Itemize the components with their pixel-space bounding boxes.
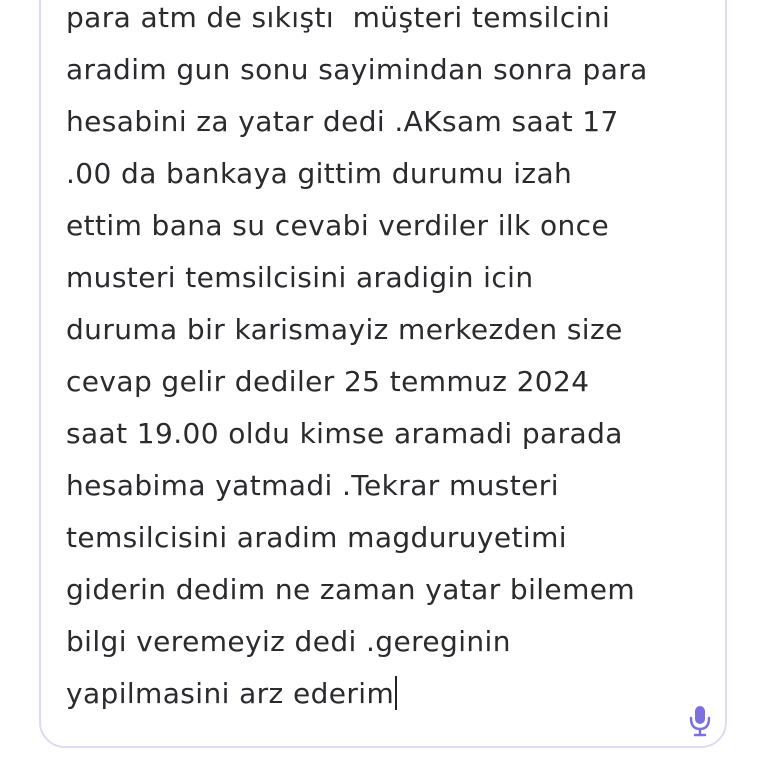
text-line-content: yapilmasini arz ederim — [66, 677, 395, 710]
text-line: hesabini za yatar dedi .AKsam saat 17 — [66, 105, 619, 138]
text-line: musteri temsilcisini aradigin icin — [66, 261, 534, 294]
text-line: duruma bir karismayiz merkezden size — [66, 313, 623, 346]
text-line: bilgi veremeyiz dedi .gereginin — [66, 625, 511, 658]
text-line: .00 da bankaya gittim durumu izah — [66, 157, 573, 190]
text-caret — [395, 676, 398, 710]
text-line: temsilcisini aradim magduruyetimi — [66, 521, 567, 554]
text-line: para atm de sıkıştı müşteri temsilcini — [66, 1, 611, 34]
text-line: ettim bana su cevabi verdiler ilk once — [66, 209, 610, 242]
text-line: hesabima yatmadi .Tekrar musteri — [66, 469, 559, 502]
text-line-last: yapilmasini arz ederim — [66, 668, 398, 720]
text-line: saat 19.00 oldu kimse aramadi parada — [66, 417, 623, 450]
text-line: cevap gelir dediler 25 temmuz 2024 — [66, 365, 590, 398]
text-line: aradim gun sonu sayimindan sonra para — [66, 53, 648, 86]
text-line: giderin dedim ne zaman yatar bilemem — [66, 573, 636, 606]
microphone-icon[interactable] — [689, 704, 711, 738]
